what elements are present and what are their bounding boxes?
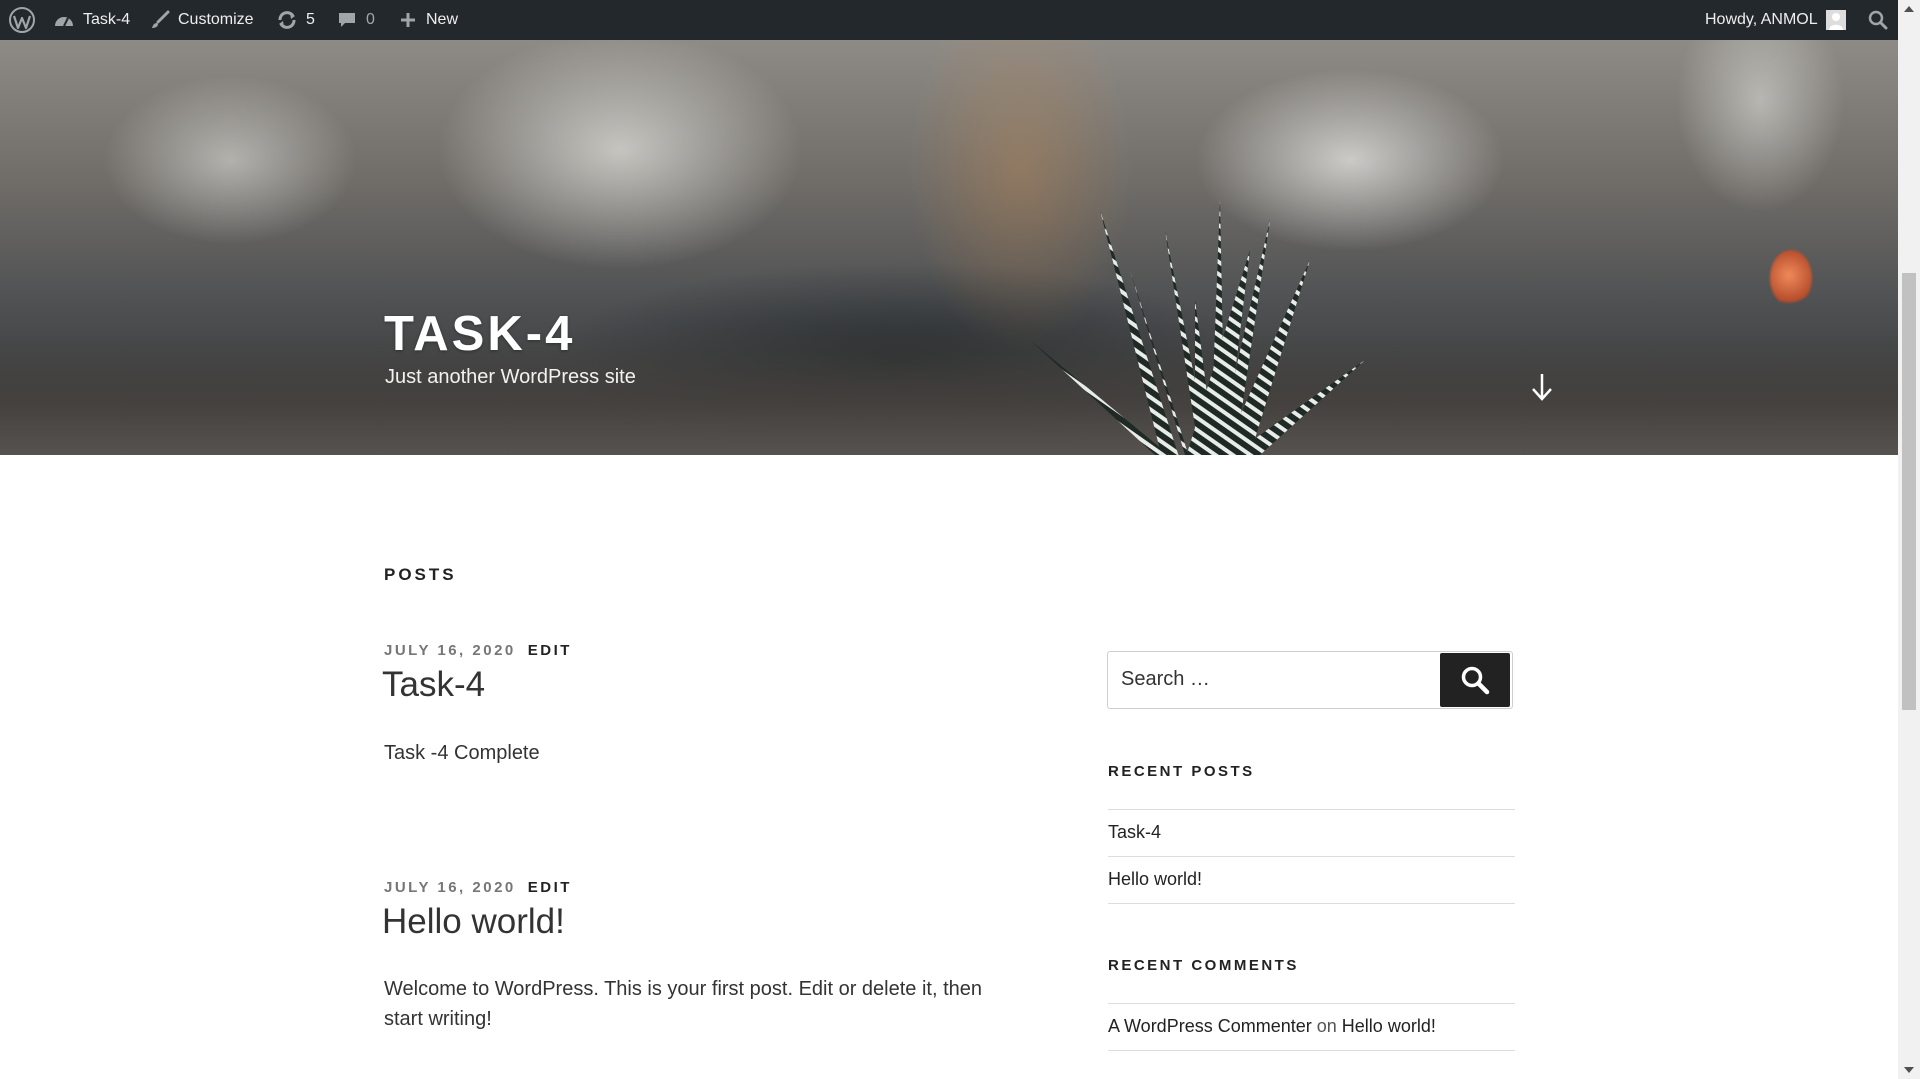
post-edit-link[interactable]: EDIT bbox=[528, 879, 572, 896]
admin-bar: Task-4 Customize 5 0 New Howdy, ANMOL bbox=[0, 0, 1898, 40]
scroll-down-arrow-icon[interactable] bbox=[1904, 1067, 1914, 1073]
customize-link[interactable]: Customize bbox=[150, 0, 254, 40]
post-meta: JULY 16, 2020 EDIT bbox=[384, 642, 572, 659]
post-excerpt-line: Welcome to WordPress. This is your first… bbox=[384, 978, 983, 1000]
post-title-link[interactable]: Hello world! bbox=[382, 902, 565, 942]
comment-on-label: on bbox=[1316, 1016, 1337, 1036]
scroll-down-arrow-icon[interactable] bbox=[1530, 372, 1554, 407]
custom-header: TASK-4 Just another WordPress site bbox=[0, 40, 1898, 455]
new-content-menu[interactable]: New bbox=[399, 0, 458, 40]
my-account-menu[interactable]: Howdy, ANMOL bbox=[1705, 0, 1846, 40]
post-excerpt-line: start writing! bbox=[384, 1008, 492, 1030]
site-name-menu[interactable]: Task-4 bbox=[53, 0, 130, 40]
post-edit-link[interactable]: EDIT bbox=[528, 642, 572, 659]
customize-label: Customize bbox=[178, 11, 254, 28]
search-submit-button[interactable] bbox=[1440, 653, 1510, 707]
divider bbox=[1108, 856, 1515, 857]
comment-post-link[interactable]: Hello world! bbox=[1342, 1016, 1436, 1036]
post-date-link[interactable]: JULY 16, 2020 bbox=[384, 879, 516, 896]
divider bbox=[1108, 809, 1515, 810]
post-excerpt: Task -4 Complete bbox=[384, 742, 540, 764]
divider bbox=[1108, 1050, 1515, 1051]
recent-post-link[interactable]: Task-4 bbox=[1108, 822, 1161, 843]
recent-comments-title: RECENT COMMENTS bbox=[1108, 957, 1299, 974]
dashboard-icon bbox=[55, 17, 73, 27]
site-title[interactable]: TASK-4 bbox=[384, 306, 575, 362]
site-description: Just another WordPress site bbox=[385, 366, 636, 388]
updates-icon bbox=[278, 11, 296, 29]
updates-count: 5 bbox=[306, 11, 315, 28]
scroll-up-arrow-icon[interactable] bbox=[1904, 6, 1914, 12]
page-scrollbar[interactable] bbox=[1898, 0, 1920, 1079]
page-heading: POSTS bbox=[384, 565, 457, 584]
comments-link[interactable]: 0 bbox=[337, 0, 375, 40]
comment-author-link[interactable]: A WordPress Commenter bbox=[1108, 1016, 1312, 1036]
header-plant-image bbox=[1030, 200, 1365, 455]
site-name-label: Task-4 bbox=[83, 11, 131, 28]
plus-icon bbox=[401, 13, 415, 27]
recent-comment-item: A WordPress Commenter on Hello world! bbox=[1108, 1016, 1436, 1037]
post-title-link[interactable]: Task-4 bbox=[382, 665, 485, 705]
new-label: New bbox=[426, 11, 459, 28]
search-icon bbox=[1461, 666, 1490, 695]
avatar bbox=[1825, 10, 1846, 30]
admin-search-icon[interactable] bbox=[1868, 0, 1888, 40]
wordpress-logo-icon[interactable] bbox=[9, 0, 35, 40]
divider bbox=[1108, 903, 1515, 904]
comments-count: 0 bbox=[366, 11, 375, 28]
search-input[interactable] bbox=[1121, 660, 1421, 698]
updates-link[interactable]: 5 bbox=[276, 0, 315, 40]
post-excerpt: Welcome to WordPress. This is your first… bbox=[384, 974, 982, 1034]
user-silhouette-icon bbox=[1828, 13, 1843, 30]
post-meta: JULY 16, 2020 EDIT bbox=[384, 879, 572, 896]
comment-bubble-icon bbox=[339, 13, 355, 27]
paintbrush-icon bbox=[152, 10, 170, 28]
divider bbox=[1108, 1003, 1515, 1004]
header-flower-image bbox=[1770, 250, 1812, 306]
howdy-label: Howdy, ANMOL bbox=[1705, 11, 1818, 28]
recent-post-link[interactable]: Hello world! bbox=[1108, 869, 1202, 890]
scrollbar-thumb[interactable] bbox=[1902, 273, 1916, 710]
header-image-table bbox=[0, 325, 1898, 455]
post-date-link[interactable]: JULY 16, 2020 bbox=[384, 642, 516, 659]
recent-posts-title: RECENT POSTS bbox=[1108, 763, 1255, 780]
